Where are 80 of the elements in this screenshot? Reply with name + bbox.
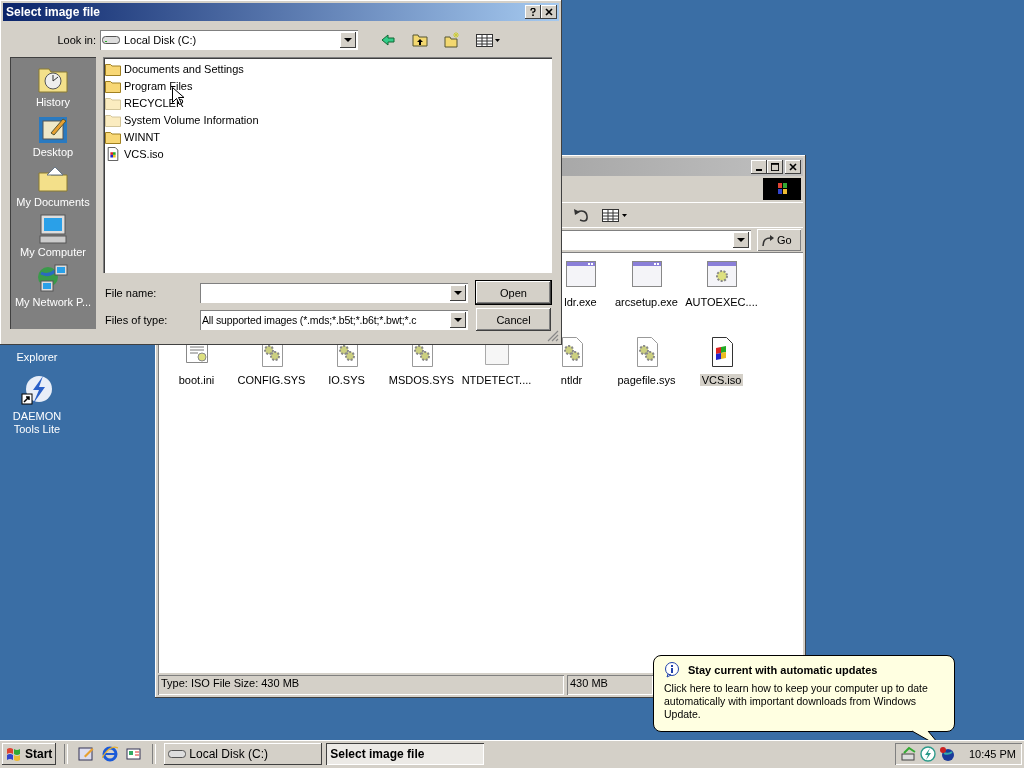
- status-bar-pane: Type: ISO File Size: 430 MB: [158, 675, 564, 695]
- file-list-item[interactable]: System Volume Information: [124, 113, 259, 126]
- maximize-icon: [771, 163, 779, 171]
- caret-icon: [737, 238, 745, 242]
- close-icon: [545, 8, 553, 16]
- close-button[interactable]: [785, 160, 801, 174]
- caret-icon: [344, 38, 352, 42]
- computer-icon: [37, 213, 69, 245]
- file-name[interactable]: CONFIG.SYS: [235, 374, 308, 386]
- close-button[interactable]: [541, 5, 557, 19]
- places-item[interactable]: Desktop: [32, 145, 74, 159]
- file-name[interactable]: NTDETECT....: [459, 374, 534, 386]
- status-bar-pane: 430 MB: [567, 675, 653, 695]
- channel-window-icon[interactable]: [126, 746, 143, 762]
- views-grid-icon[interactable]: [602, 207, 628, 223]
- places-item[interactable]: History: [35, 95, 71, 109]
- cancel-button[interactable]: Cancel: [476, 308, 551, 331]
- file-name[interactable]: AUTOEXEC....: [683, 296, 760, 308]
- taskbar-button[interactable]: Select image file: [326, 743, 485, 765]
- desktop-icon-label[interactable]: Explorer: [0, 351, 74, 364]
- views-grid-icon[interactable]: [476, 32, 502, 48]
- clock: 10:45 PM: [968, 748, 1016, 760]
- file-name[interactable]: MSDOS.SYS: [386, 374, 457, 386]
- file-name[interactable]: arcsetup.exe: [613, 296, 680, 308]
- back-arrow-icon[interactable]: [380, 32, 396, 48]
- network-computers-icon: [37, 263, 69, 295]
- new-folder-icon[interactable]: [444, 32, 460, 48]
- file-type-dropdown[interactable]: All supported images (*.mds;*.b5t;*.b6t;*.bwt;*.c: [200, 309, 468, 330]
- program-window-icon: [630, 258, 663, 290]
- file-name[interactable]: pagefile.sys: [615, 374, 678, 386]
- file-name[interactable]: ldr.exe: [562, 296, 599, 308]
- balloon-title: Stay current with automatic updates: [688, 664, 878, 676]
- start-button[interactable]: Start: [2, 743, 57, 765]
- drive-icon: [168, 749, 187, 759]
- question-mark-icon: [529, 8, 537, 16]
- places-item[interactable]: My Documents: [16, 195, 90, 209]
- file-name[interactable]: VCS.iso: [699, 374, 744, 386]
- dropdown-button[interactable]: [733, 232, 749, 248]
- notification-balloon[interactable]: Stay current with automatic updates Click here to learn how to keep your computer up to date automatically with important downloads from Windows Update.: [653, 655, 955, 732]
- windows-flag-icon: [6, 747, 22, 761]
- file-list-item[interactable]: VCS.iso: [124, 147, 164, 160]
- globe-icon[interactable]: [939, 746, 955, 762]
- caret-icon: [454, 317, 462, 322]
- info-icon: [664, 662, 680, 678]
- look-in-label: Look in:: [56, 34, 97, 46]
- help-button[interactable]: [525, 5, 541, 19]
- lightning-bolt-icon[interactable]: [21, 374, 53, 406]
- settings-window-icon: [705, 258, 738, 290]
- resize-grip-icon[interactable]: [547, 330, 559, 342]
- desktop-icon-label[interactable]: DAEMON Tools Lite: [0, 410, 74, 436]
- caret-icon: [454, 290, 462, 295]
- places-item[interactable]: My Computer: [20, 245, 86, 259]
- taskbar-button[interactable]: Local Disk (C:): [164, 743, 323, 765]
- open-button[interactable]: Open: [476, 281, 551, 304]
- file-name[interactable]: IO.SYS: [326, 374, 367, 386]
- balloon-message: Click here to learn how to keep your computer up to date automatically with important downloads from Windows Update.: [664, 682, 929, 721]
- close-icon: [789, 163, 797, 171]
- look-in-dropdown[interactable]: Local Disk (C:): [100, 30, 358, 50]
- desktop-pencil-icon[interactable]: [78, 746, 95, 762]
- go-arrow-icon: [761, 233, 775, 247]
- go-button[interactable]: Go: [757, 229, 801, 251]
- files-of-type-label: Files of type:: [105, 313, 169, 326]
- network-icon[interactable]: [901, 746, 917, 762]
- file-name-label: File name:: [105, 286, 158, 299]
- window-title: Select image file: [6, 5, 101, 19]
- maximize-button[interactable]: [767, 160, 783, 174]
- drive-icon: [102, 35, 120, 45]
- file-list-item[interactable]: Program Files: [124, 79, 193, 92]
- file-name-field[interactable]: [200, 282, 468, 303]
- places-item[interactable]: My Network P...: [14, 295, 92, 309]
- file-list-item[interactable]: Documents and Settings: [124, 62, 244, 75]
- file-list-item[interactable]: WINNT: [124, 130, 161, 143]
- windows-flag-icon: [763, 178, 801, 200]
- file-name[interactable]: ntldr: [558, 374, 585, 386]
- browser-e-icon[interactable]: [102, 746, 119, 762]
- program-window-icon: [564, 258, 597, 290]
- up-folder-icon[interactable]: [412, 32, 428, 48]
- file-list-item[interactable]: RECYCLER: [124, 96, 184, 109]
- file-name[interactable]: boot.ini: [176, 374, 217, 386]
- minimize-button[interactable]: [751, 160, 767, 174]
